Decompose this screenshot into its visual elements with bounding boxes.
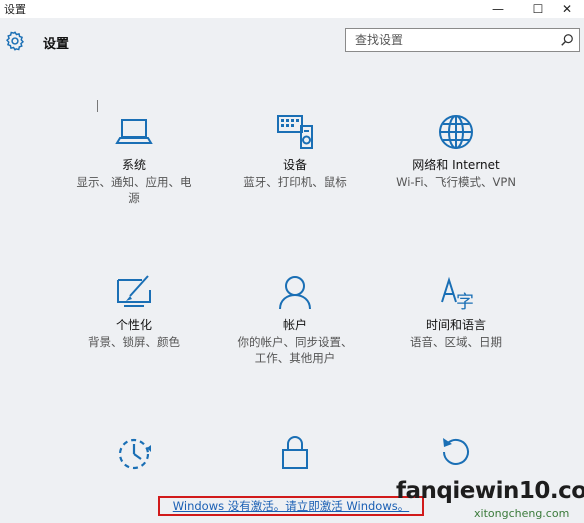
tile-devices-label: 设备	[282, 158, 307, 172]
gear-icon	[5, 31, 25, 51]
page-title: 设置	[43, 37, 70, 52]
tile-system[interactable]: 系统 显示、通知、应用、电 源	[64, 112, 204, 206]
tile-personalization[interactable]: 个性化 背景、锁屏、颜色	[64, 272, 204, 350]
tile-time-language-description: 语音、区域、日期	[386, 334, 526, 350]
watermark-sub-text: xitongcheng.com	[474, 507, 570, 520]
tile-network-label: 网络和 Internet	[412, 158, 500, 172]
tile-privacy[interactable]	[225, 432, 365, 472]
tile-system-desc-line: 显示、通知、应用、电	[76, 175, 192, 189]
tile-system-desc-line: 源	[128, 191, 140, 205]
svg-text:字: 字	[456, 292, 474, 312]
window-title: 设置	[4, 3, 26, 16]
text-cursor	[97, 100, 98, 112]
tile-personalization-description: 背景、锁屏、颜色	[64, 334, 204, 350]
tile-accounts-desc-line: 工作、其他用户	[254, 351, 336, 365]
tile-time-language-desc-line: 语音、区域、日期	[410, 335, 502, 349]
ease-of-access-icon	[118, 438, 151, 470]
activation-notice[interactable]: Windows 没有激活。请立即激活 Windows。	[158, 496, 424, 516]
tile-system-label: 系统	[121, 158, 146, 172]
tile-network-description: Wi-Fi、飞行模式、VPN	[386, 174, 526, 190]
search-box[interactable]	[345, 28, 580, 52]
tile-accounts-desc-line: 你的帐户、同步设置、	[237, 335, 353, 349]
search-input[interactable]	[346, 29, 551, 51]
title-bar: 设置 — ☐ ✕	[0, 0, 584, 18]
activate-windows-link[interactable]: Windows 没有激活。请立即激活 Windows。	[173, 498, 409, 514]
watermark-main-text: fanqiewin10.com	[396, 478, 584, 504]
search-icon[interactable]	[560, 33, 574, 47]
tile-time-language[interactable]: 字 时间和语言 语音、区域、日期	[386, 272, 526, 350]
person-icon	[279, 276, 311, 310]
lock-icon	[282, 436, 308, 469]
tile-accounts[interactable]: 帐户 你的帐户、同步设置、 工作、其他用户	[225, 272, 365, 366]
tile-accounts-description: 你的帐户、同步设置、 工作、其他用户	[225, 334, 365, 366]
time-language-icon: 字	[441, 276, 474, 312]
globe-icon	[439, 115, 473, 149]
tile-devices-desc-line: 蓝牙、打印机、鼠标	[243, 175, 347, 189]
watermark: fanqiewin10.com xitongcheng.com	[396, 478, 584, 522]
tile-time-language-label: 时间和语言	[425, 318, 486, 332]
tile-devices-description: 蓝牙、打印机、鼠标	[225, 174, 365, 190]
personalization-icon	[117, 275, 151, 307]
minimize-button[interactable]: —	[481, 0, 515, 18]
close-button[interactable]: ✕	[550, 0, 584, 18]
tile-update[interactable]	[386, 432, 526, 472]
update-icon	[443, 438, 469, 465]
tile-devices[interactable]: 设备 蓝牙、打印机、鼠标	[225, 112, 365, 190]
tile-system-description: 显示、通知、应用、电 源	[64, 174, 204, 206]
laptop-icon	[115, 119, 153, 144]
tile-ease-of-access[interactable]	[64, 432, 204, 472]
tile-accounts-label: 帐户	[282, 318, 307, 332]
tile-network[interactable]: 网络和 Internet Wi-Fi、飞行模式、VPN	[386, 112, 526, 190]
settings-header: 设置	[0, 18, 584, 68]
tile-personalization-label: 个性化	[115, 318, 152, 332]
tile-personalization-desc-line: 背景、锁屏、颜色	[88, 335, 180, 349]
tile-network-desc-line: Wi-Fi、飞行模式、VPN	[396, 175, 516, 189]
devices-icon	[277, 115, 313, 149]
